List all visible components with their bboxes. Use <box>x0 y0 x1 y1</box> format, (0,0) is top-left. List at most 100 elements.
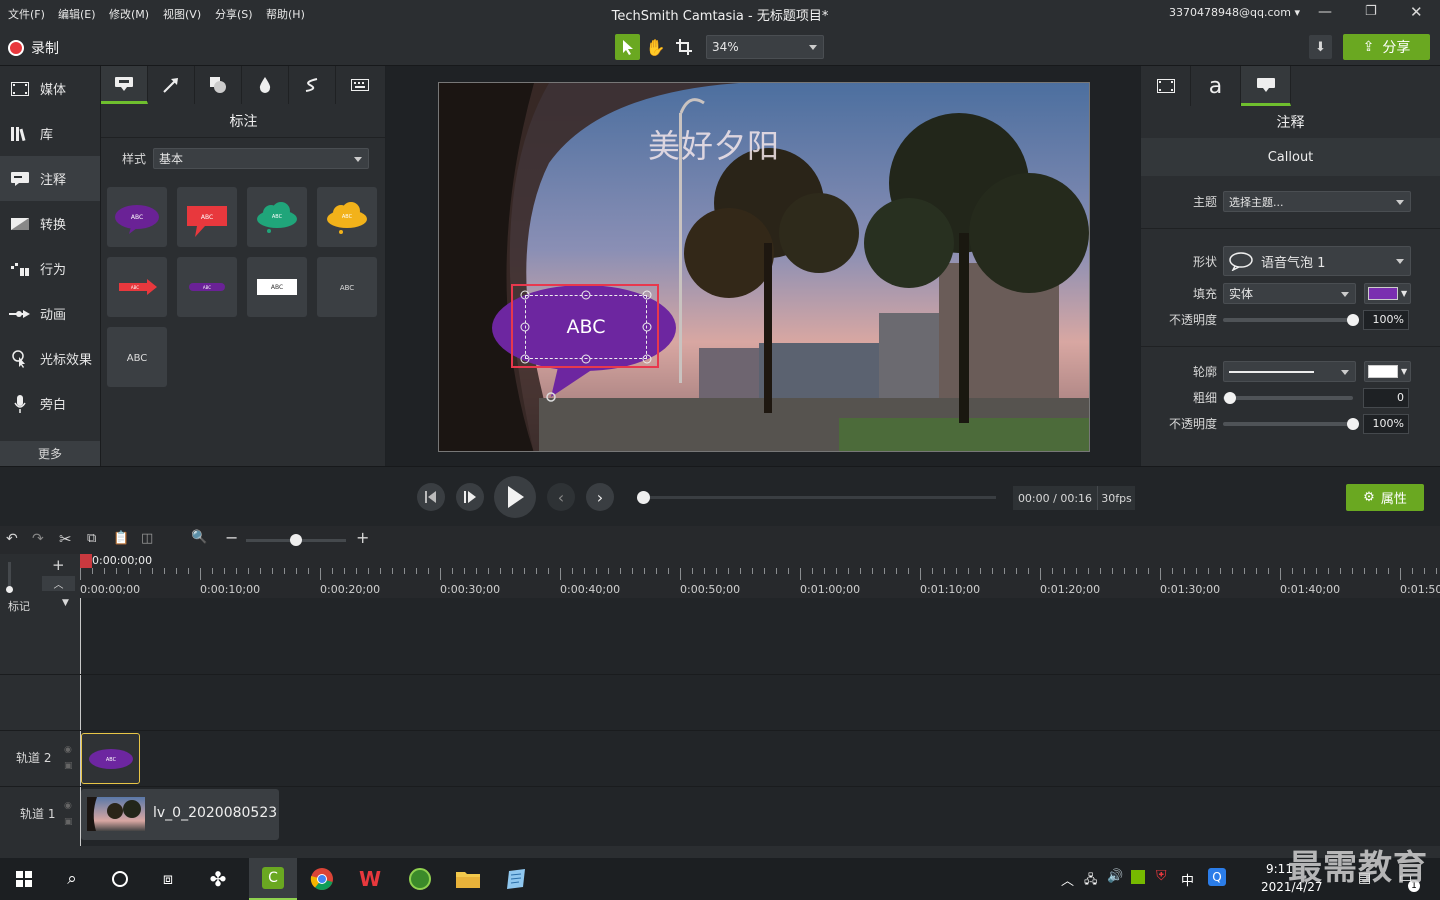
fill-opacity-slider[interactable] <box>1223 318 1353 322</box>
fill-opacity-knob[interactable] <box>1347 314 1359 326</box>
minimize-button[interactable]: — <box>1318 4 1332 20</box>
app-file-explorer[interactable] <box>444 858 492 900</box>
callout-tile-plain-text[interactable]: ABC <box>107 327 167 387</box>
volume-icon[interactable]: 🔊 <box>1107 869 1123 884</box>
outline-opacity-input[interactable]: 100% <box>1363 414 1409 434</box>
tab-sketch-motion[interactable] <box>289 66 336 104</box>
eye-icon[interactable]: ◉ <box>64 801 72 811</box>
play-button[interactable] <box>494 476 536 518</box>
next-marker-button[interactable]: › <box>586 483 614 511</box>
search-button[interactable]: ⌕ <box>48 858 96 900</box>
qq-icon[interactable]: Q <box>1208 868 1226 886</box>
tab-keystroke[interactable] <box>336 66 383 104</box>
thickness-input[interactable]: 0 <box>1363 388 1409 408</box>
tab-callouts[interactable] <box>101 66 148 104</box>
outline-opacity-slider[interactable] <box>1223 422 1353 426</box>
undo-icon[interactable]: ↶ <box>6 531 18 547</box>
thickness-knob[interactable] <box>1224 392 1236 404</box>
selection-handles[interactable] <box>519 289 655 365</box>
account-menu[interactable]: 3370478948@qq.com ▾ <box>1169 6 1300 19</box>
nav-media[interactable]: 媒体 <box>0 66 100 111</box>
properties-button[interactable]: ⚙ 属性 <box>1346 484 1424 511</box>
nav-transitions[interactable]: 转换 <box>0 201 100 246</box>
add-track-icon[interactable]: + <box>52 556 65 574</box>
pan-tool-button[interactable]: ✋ <box>643 34 668 60</box>
app-wps[interactable]: W <box>346 858 394 900</box>
scrub-handle[interactable] <box>637 491 650 504</box>
more-button[interactable]: 更多 <box>0 441 100 466</box>
ime-indicator[interactable]: 中 <box>1181 870 1194 889</box>
paste-icon[interactable]: 📋 <box>113 531 129 546</box>
eye-icon[interactable]: ◉ <box>64 745 72 755</box>
app-pinwheel[interactable]: ✤ <box>194 858 242 900</box>
fill-type-select[interactable]: 实体 <box>1223 283 1356 304</box>
nvidia-icon[interactable] <box>1131 870 1145 884</box>
fill-opacity-input[interactable]: 100% <box>1363 310 1409 330</box>
video-preview[interactable]: 美好夕阳 ABC <box>438 82 1090 452</box>
callout-tile-purple-bubble[interactable]: ABC <box>107 187 167 247</box>
track1-label[interactable]: 轨道 1 <box>20 805 55 822</box>
callout-tile-yellow-cloud[interactable]: ABC <box>317 187 377 247</box>
nav-behaviors[interactable]: 行为 <box>0 246 100 291</box>
lock-icon[interactable]: ▣ <box>64 761 73 771</box>
tab-text-properties[interactable]: a <box>1191 66 1241 106</box>
timeline-ruler[interactable]: + ︿ 0:00:00;00 0:00:00;00 0:00:10;00 0:00:… <box>0 554 1440 598</box>
zoom-select[interactable]: 34% <box>706 35 824 59</box>
redo-icon[interactable]: ↷ <box>32 531 44 547</box>
outline-color-picker[interactable]: ▼ <box>1364 361 1411 382</box>
cut-icon[interactable]: ✂ <box>59 530 72 548</box>
callout-tile-red-box[interactable]: ABC <box>177 187 237 247</box>
callout-tile-text-only[interactable]: ABC <box>317 257 377 317</box>
playhead-marker[interactable] <box>80 554 92 568</box>
zoom-search-icon[interactable]: 🔍 <box>191 530 207 545</box>
outline-style-select[interactable] <box>1223 361 1356 382</box>
thickness-slider[interactable] <box>1223 396 1353 400</box>
theme-select[interactable]: 选择主题... <box>1223 191 1411 212</box>
tab-arrows-lines[interactable] <box>148 66 195 104</box>
video-clip[interactable]: lv_0_2020080523 <box>81 789 279 840</box>
previous-marker-button[interactable]: ‹ <box>547 483 575 511</box>
timeline-zoom-knob[interactable] <box>290 534 302 546</box>
split-icon[interactable]: ◫ <box>141 531 153 546</box>
security-shield-icon[interactable]: ⛨ <box>1156 868 1167 884</box>
close-button[interactable]: ✕ <box>1410 3 1423 21</box>
tab-shapes[interactable] <box>195 66 242 104</box>
scrub-bar[interactable] <box>643 496 996 499</box>
app-watermelon[interactable] <box>396 858 444 900</box>
record-button[interactable]: 录制 <box>8 38 59 58</box>
step-back-button[interactable] <box>417 483 445 511</box>
overlay-title-text[interactable]: 美好夕阳 <box>439 121 989 167</box>
zoom-out-icon[interactable]: − <box>225 528 238 547</box>
network-icon[interactable]: 🖧 <box>1084 870 1097 891</box>
callout-clip[interactable]: ABC <box>81 733 140 784</box>
nav-voice-narration[interactable]: 旁白 <box>0 381 100 426</box>
task-view-button[interactable]: ⧈ <box>144 858 192 900</box>
zoom-in-icon[interactable]: + <box>356 528 369 547</box>
tab-annotation-properties[interactable] <box>1241 66 1291 106</box>
track2-label[interactable]: 轨道 2 <box>16 749 51 766</box>
app-editor[interactable] <box>492 858 540 900</box>
crop-tool-button[interactable] <box>671 34 696 60</box>
start-button[interactable] <box>0 858 48 900</box>
maximize-button[interactable]: ❐ <box>1365 4 1377 19</box>
step-forward-button[interactable] <box>456 483 484 511</box>
callout-tile-teal-cloud[interactable]: ABC <box>247 187 307 247</box>
share-button[interactable]: ⇪ 分享 <box>1343 34 1430 60</box>
nav-cursor-effects[interactable]: 光标效果 <box>0 336 100 381</box>
shape-select[interactable]: 语音气泡 1 <box>1223 246 1411 276</box>
cortana-button[interactable] <box>96 858 144 900</box>
callout-tile-white-box[interactable]: ABC <box>247 257 307 317</box>
track-height-knob[interactable] <box>6 586 13 593</box>
collapse-tracks-button[interactable]: ︿ <box>42 576 75 591</box>
callout-tile-purple-pill[interactable]: ABC <box>177 257 237 317</box>
copy-icon[interactable]: ⧉ <box>87 531 96 546</box>
app-camtasia[interactable]: C <box>249 858 297 900</box>
tab-blur-highlight[interactable] <box>242 66 289 104</box>
timeline-scrollbar[interactable] <box>80 846 1440 858</box>
nav-library[interactable]: 库 <box>0 111 100 156</box>
nav-annotations[interactable]: 注释 <box>0 156 100 201</box>
callout-tile-red-arrow[interactable]: ABC <box>107 257 167 317</box>
show-hidden-icons[interactable]: ︿ <box>1061 870 1074 889</box>
fill-color-picker[interactable]: ▼ <box>1364 283 1411 304</box>
style-select[interactable]: 基本 <box>153 148 369 169</box>
